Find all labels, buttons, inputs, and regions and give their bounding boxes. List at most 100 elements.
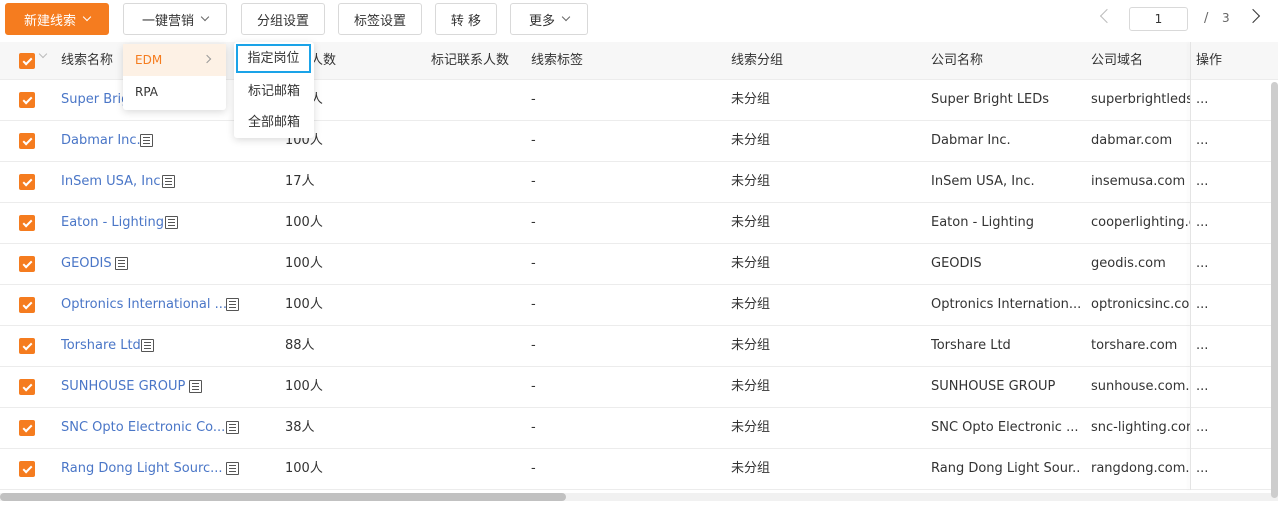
checkmark-icon [22, 299, 32, 309]
row-checkbox[interactable] [19, 420, 35, 436]
lead-tags-cell: - [531, 420, 536, 435]
table-row[interactable]: Optronics International ... 100人 - 未分组 Optro… [0, 285, 1278, 326]
previous-page-button[interactable] [1095, 6, 1115, 26]
row-actions-button[interactable]: ... [1196, 244, 1208, 284]
row-checkbox[interactable] [19, 215, 35, 231]
row-actions-button[interactable]: ... [1196, 80, 1208, 120]
row-actions-button[interactable]: ... [1196, 408, 1208, 448]
detail-list-icon[interactable] [141, 339, 154, 352]
people-count-cell: 100人 [285, 297, 323, 312]
column-header-lead-name[interactable]: 线索名称 [61, 42, 113, 80]
select-all-checkbox[interactable] [19, 53, 35, 69]
lead-name-link[interactable]: SUNHOUSE GROUP [61, 367, 185, 407]
detail-list-icon[interactable] [115, 257, 128, 270]
table-row[interactable]: Torshare Ltd 88人 - 未分组 Torshare Ltd torshare.… [0, 326, 1278, 367]
row-actions-button[interactable]: ... [1196, 449, 1208, 489]
lead-tags-cell: - [531, 215, 536, 230]
column-header-actions: 操作 [1196, 53, 1223, 68]
row-actions-button[interactable]: ... [1196, 203, 1208, 243]
row-checkbox[interactable] [19, 379, 35, 395]
marketing-dropdown-menu: EDM RPA [123, 44, 226, 110]
menu-item-edm[interactable]: EDM [123, 44, 226, 76]
lead-name-link[interactable]: Dabmar Inc. [61, 121, 141, 161]
row-checkbox[interactable] [19, 256, 35, 272]
actions-column-divider [1190, 42, 1191, 490]
table-row[interactable]: GEODIS 100人 - 未分组 GEODIS geodis.com... [0, 244, 1278, 285]
lead-name-link[interactable]: GEODIS [61, 244, 112, 284]
lead-name-link[interactable]: Eaton - Lighting [61, 203, 164, 243]
column-header-marked-contacts[interactable]: 标记联系人数 [431, 42, 509, 80]
one-click-marketing-button[interactable]: 一键营销 [123, 3, 227, 35]
detail-list-icon[interactable] [226, 462, 239, 475]
lead-group-cell: 未分组 [731, 338, 771, 353]
row-actions-button[interactable]: ... [1196, 121, 1208, 161]
chevron-down-icon[interactable] [38, 49, 48, 59]
column-header-company-name[interactable]: 公司名称 [931, 42, 983, 80]
company-name-cell: SNC Opto Electronic ... [931, 420, 1079, 435]
lead-name-link[interactable]: Optronics International ... [61, 285, 226, 325]
row-actions-button[interactable]: ... [1196, 367, 1208, 407]
tag-settings-button[interactable]: 标签设置 [338, 3, 422, 35]
more-label: 更多 [528, 13, 555, 29]
next-page-button[interactable] [1245, 6, 1265, 26]
chevron-left-icon [1099, 8, 1115, 24]
lead-name-link[interactable]: SNC Opto Electronic Co... [61, 408, 225, 448]
company-name-cell: Optronics Internation... [931, 297, 1081, 312]
company-domain-cell: sunhouse.com.vn [1091, 379, 1190, 394]
company-domain-cell: torshare.com [1091, 338, 1178, 353]
table-row[interactable]: Dabmar Inc. 100人 - 未分组 Dabmar Inc. dabmar.com… [0, 121, 1278, 162]
detail-list-icon[interactable] [162, 175, 175, 188]
detail-list-icon[interactable] [226, 298, 239, 311]
row-actions-button[interactable]: ... [1196, 162, 1208, 202]
detail-list-icon[interactable] [140, 134, 153, 147]
people-count-cell: 100人 [285, 215, 323, 230]
horizontal-scrollbar-thumb[interactable] [0, 493, 566, 501]
table-row[interactable]: InSem USA, Inc. 17人 - 未分组 InSem USA, Inc. ins… [0, 162, 1278, 203]
menu-item-rpa[interactable]: RPA [123, 76, 226, 108]
company-domain-cell: superbrightleds.com [1091, 92, 1190, 107]
menu-item-specified-position[interactable]: 指定岗位 [236, 44, 311, 73]
group-settings-button[interactable]: 分组设置 [241, 3, 325, 35]
lead-name-link[interactable]: Torshare Ltd [61, 326, 141, 366]
row-checkbox[interactable] [19, 338, 35, 354]
table-row[interactable]: SNC Opto Electronic Co... 38人 - 未分组 SNC Opto… [0, 408, 1278, 449]
row-checkbox[interactable] [19, 92, 35, 108]
table-row[interactable]: SUNHOUSE GROUP 100人 - 未分组 SUNHOUSE GROUP sunh… [0, 367, 1278, 408]
page-number-input[interactable] [1129, 7, 1188, 31]
menu-item-marked-email[interactable]: 标记邮箱 [234, 76, 314, 107]
detail-list-icon[interactable] [189, 380, 202, 393]
lead-name-link[interactable]: InSem USA, Inc. [61, 162, 165, 202]
lead-group-cell: 未分组 [731, 215, 771, 230]
column-header-company-domain[interactable]: 公司域名 [1091, 42, 1143, 80]
row-checkbox[interactable] [19, 174, 35, 190]
company-domain-cell: cooperlighting.com [1091, 215, 1190, 230]
row-actions-button[interactable]: ... [1196, 285, 1208, 325]
checkmark-icon [22, 258, 32, 268]
lead-group-cell: 未分组 [731, 174, 771, 189]
company-name-cell: Eaton - Lighting [931, 215, 1034, 230]
vertical-scrollbar-thumb[interactable] [1271, 82, 1278, 498]
row-checkbox[interactable] [19, 133, 35, 149]
new-lead-button[interactable]: 新建线索 [5, 3, 109, 35]
column-header-lead-group[interactable]: 线索分组 [731, 42, 783, 80]
table-row[interactable]: Eaton - Lighting 100人 - 未分组 Eaton - Lighting… [0, 203, 1278, 244]
people-count-cell: 100人 [285, 461, 323, 476]
column-header-lead-tags[interactable]: 线索标签 [531, 42, 583, 80]
detail-list-icon[interactable] [226, 421, 239, 434]
more-button[interactable]: 更多 [510, 3, 588, 35]
company-name-cell: SUNHOUSE GROUP [931, 379, 1056, 394]
menu-item-edm-label: EDM [135, 53, 163, 67]
menu-item-all-email[interactable]: 全部邮箱 [234, 107, 314, 138]
table-row[interactable]: Rang Dong Light Sourc... 100人 - 未分组 Rang Don… [0, 449, 1278, 490]
row-checkbox[interactable] [19, 461, 35, 477]
people-count-cell: 17人 [285, 174, 315, 189]
row-actions-button[interactable]: ... [1196, 326, 1208, 366]
detail-list-icon[interactable] [165, 216, 178, 229]
company-domain-cell: optronicsinc.com [1091, 297, 1190, 312]
chevron-right-icon [202, 54, 212, 64]
toolbar: 新建线索 一键营销 分组设置 标签设置 转 移 更多 / 3 [0, 0, 1278, 40]
transfer-button[interactable]: 转 移 [435, 3, 497, 35]
row-checkbox[interactable] [19, 297, 35, 313]
lead-name-link[interactable]: Rang Dong Light Sourc... [61, 449, 223, 489]
lead-group-cell: 未分组 [731, 92, 771, 107]
